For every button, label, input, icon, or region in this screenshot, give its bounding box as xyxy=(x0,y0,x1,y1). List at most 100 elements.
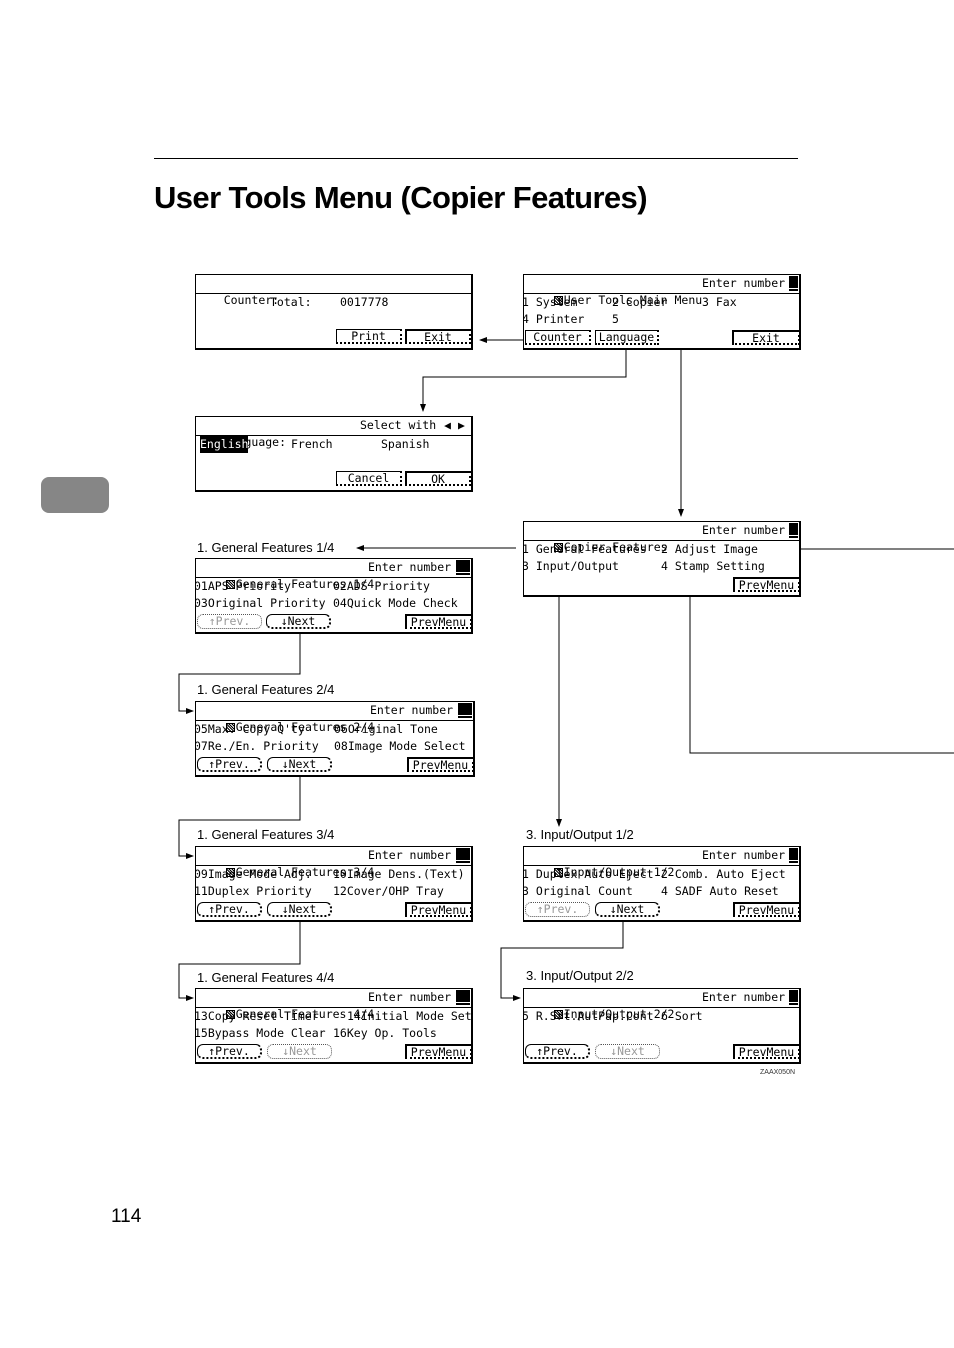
arrow-gf-3 xyxy=(178,776,301,859)
menu-item-08[interactable]: 08Image Mode Select xyxy=(334,738,466,755)
caption-general-features-1: 1. General Features 1/4 xyxy=(197,540,335,555)
menu-item-system[interactable]: 1 System xyxy=(524,294,577,311)
prev-button[interactable]: ↑Prev. xyxy=(525,902,590,917)
menu-item-sort[interactable]: 6 Sort xyxy=(661,1008,703,1025)
menu-item-rsrt-autpap-cont[interactable]: 5 R.Srt.AutPap.Cont xyxy=(524,1008,654,1025)
caption-general-features-3: 1. General Features 3/4 xyxy=(197,827,335,842)
next-button[interactable]: ↓Next xyxy=(595,1044,660,1059)
menu-item-sadf-auto-reset[interactable]: 4 SADF Auto Reset xyxy=(661,883,779,900)
arrow-gf-2 xyxy=(178,632,301,714)
menu-item-general-features[interactable]: 1 General Features xyxy=(524,541,647,558)
prevmenu-button[interactable]: PrevMenu xyxy=(733,1044,799,1059)
menu-item-15[interactable]: 15Bypass Mode Clear xyxy=(196,1025,326,1042)
language-option-spanish[interactable]: Spanish xyxy=(381,436,429,453)
section-tab xyxy=(41,477,109,513)
menu-item-04[interactable]: 04Quick Mode Check xyxy=(333,595,458,612)
menu-item-05[interactable]: 05Max. Copy Q'ty xyxy=(196,721,305,738)
prevmenu-button[interactable]: PrevMenu xyxy=(405,1044,471,1059)
main-menu-header: User Tools Main Menu Enter number xyxy=(524,275,799,307)
prev-button[interactable]: ↑Prev. xyxy=(197,902,262,917)
menu-item-06[interactable]: 06Original Tone xyxy=(334,721,438,738)
next-button[interactable]: ↓Next xyxy=(266,614,331,629)
next-button[interactable]: ↓Next xyxy=(267,902,332,917)
next-button[interactable]: ↓Next xyxy=(267,1044,332,1059)
prev-button[interactable]: ↑Prev. xyxy=(197,1044,262,1059)
copier-features-header: Copier Features Enter number xyxy=(524,522,799,554)
cancel-button[interactable]: Cancel xyxy=(336,471,402,486)
menu-item-16[interactable]: 16Key Op. Tools xyxy=(333,1025,437,1042)
general-features-3-screen: General Features 3/4 Enter number 09Imag… xyxy=(195,846,473,922)
cursor-icon xyxy=(789,276,798,291)
general-features-3-header: General Features 3/4 Enter number xyxy=(196,847,471,879)
language-screen: Language: Select with ◀ ▶ English French… xyxy=(195,416,473,492)
menu-item-original-count[interactable]: 3 Original Count xyxy=(524,883,633,900)
cursor-icon xyxy=(456,560,470,575)
menu-item-comb-auto-eject[interactable]: 2 Comb. Auto Eject xyxy=(661,866,786,883)
language-button[interactable]: Language xyxy=(595,330,659,345)
menu-item-input-output[interactable]: 3 Input/Output xyxy=(524,558,619,575)
input-output-2-screen: Input/Output 2/2 Enter number 5 R.Srt.Au… xyxy=(523,988,801,1064)
menu-item-copier[interactable]: 2 Copier xyxy=(612,294,667,311)
menu-item-5[interactable]: 5 xyxy=(612,311,619,328)
copier-features-screen: Copier Features Enter number 1 General F… xyxy=(523,521,801,597)
general-features-4-screen: General Features 4/4 Enter number 13Copy… xyxy=(195,988,473,1064)
prev-button[interactable]: ↑Prev. xyxy=(525,1044,590,1059)
menu-item-01[interactable]: 01APS Priority xyxy=(196,578,291,595)
ok-button[interactable]: OK xyxy=(405,471,471,486)
general-features-1-header: General Features 1/4 Enter number xyxy=(196,559,471,591)
next-button[interactable]: ↓Next xyxy=(595,902,660,917)
next-button[interactable]: ↓Next xyxy=(267,757,332,772)
prevmenu-button[interactable]: PrevMenu xyxy=(407,757,473,772)
left-arrow-icon: ◀ xyxy=(444,418,451,432)
counter-screen-header: Counter: xyxy=(196,275,471,307)
prev-button[interactable]: ↑Prev. xyxy=(197,614,262,629)
right-arrow-icon: ▶ xyxy=(458,418,465,432)
input-output-1-header: Input/Output 1/2 Enter number xyxy=(524,847,799,879)
menu-item-13[interactable]: 13Copy Reset Timer xyxy=(196,1008,319,1025)
counter-button[interactable]: Counter xyxy=(525,330,591,345)
menu-item-11[interactable]: 11Duplex Priority xyxy=(196,883,312,900)
menu-item-09[interactable]: 09Image Mode Adj. xyxy=(196,866,312,883)
screen-prompt: Enter number xyxy=(368,560,452,574)
prevmenu-button[interactable]: PrevMenu xyxy=(405,614,471,629)
language-option-english[interactable]: English xyxy=(200,436,249,453)
prevmenu-button[interactable]: PrevMenu xyxy=(405,902,471,917)
page-title: User Tools Menu (Copier Features) xyxy=(154,180,648,215)
prev-button[interactable]: ↑Prev. xyxy=(197,757,262,772)
cursor-icon xyxy=(789,990,798,1005)
menu-item-stamp-setting[interactable]: 4 Stamp Setting xyxy=(661,558,765,575)
cursor-icon xyxy=(456,848,470,863)
input-output-1-screen: Input/Output 1/2 Enter number 1 Duplex A… xyxy=(523,846,801,922)
total-label: Total: xyxy=(270,295,312,309)
language-header: Language: Select with ◀ ▶ xyxy=(196,417,471,449)
general-features-2-screen: General Features 2/4 Enter number 05Max.… xyxy=(195,701,475,777)
main-menu-exit-button[interactable]: Exit xyxy=(732,330,799,345)
menu-item-duplex-auto-eject[interactable]: 1 Duplex Auto Eject xyxy=(524,866,654,883)
prevmenu-button[interactable]: PrevMenu xyxy=(733,577,799,592)
general-features-2-header: General Features 2/4 Enter number xyxy=(196,702,473,734)
language-option-french[interactable]: French xyxy=(291,436,333,453)
menu-item-07[interactable]: 07Re./En. Priority xyxy=(196,738,319,755)
arrow-language xyxy=(420,348,627,412)
counter-screen: Counter: Total: 0017778 Print Exit xyxy=(195,274,473,350)
cursor-icon xyxy=(456,990,470,1005)
general-features-1-screen: General Features 1/4 Enter number 01APS … xyxy=(195,558,473,634)
menu-item-14[interactable]: 14Initial Mode Set xyxy=(347,1008,471,1025)
total-value: 0017778 xyxy=(340,295,389,309)
menu-item-10[interactable]: 10Image Dens.(Text) xyxy=(333,866,465,883)
caption-general-features-2: 1. General Features 2/4 xyxy=(197,682,335,697)
print-button[interactable]: Print xyxy=(336,329,402,344)
prevmenu-button[interactable]: PrevMenu xyxy=(733,902,799,917)
counter-exit-button[interactable]: Exit xyxy=(405,329,471,344)
menu-item-fax[interactable]: 3 Fax xyxy=(702,294,737,311)
select-hint: Select with xyxy=(360,418,437,432)
screen-prompt: Enter number xyxy=(702,848,786,862)
line-stamp-setting xyxy=(689,578,954,754)
menu-item-printer[interactable]: 4 Printer xyxy=(524,311,584,328)
page-number: 114 xyxy=(111,1206,142,1227)
menu-item-12[interactable]: 12Cover/OHP Tray xyxy=(333,883,444,900)
figure-code: ZAAX050N xyxy=(760,1069,796,1076)
menu-item-03[interactable]: 03Original Priority xyxy=(196,595,326,612)
menu-item-02[interactable]: 02ADS Priority xyxy=(333,578,430,595)
menu-item-adjust-image[interactable]: 2 Adjust Image xyxy=(661,541,758,558)
